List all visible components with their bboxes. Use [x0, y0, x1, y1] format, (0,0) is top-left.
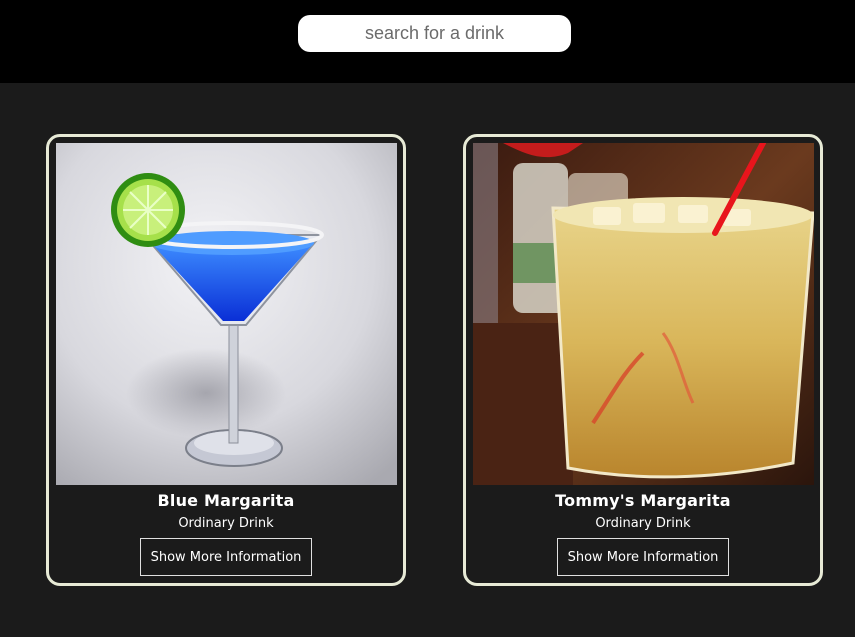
drink-name: Blue Margarita: [157, 491, 295, 510]
drink-category: Ordinary Drink: [178, 516, 274, 531]
drink-name: Tommy's Margarita: [555, 491, 731, 510]
search-input[interactable]: [298, 15, 571, 52]
drink-image: [56, 143, 397, 485]
show-more-information-button[interactable]: Show More Information: [557, 538, 729, 576]
drink-card: Blue Margarita Ordinary Drink Show More …: [46, 134, 406, 586]
top-bar: [0, 0, 855, 83]
show-more-information-button[interactable]: Show More Information: [140, 538, 312, 576]
drink-category: Ordinary Drink: [595, 516, 691, 531]
drink-card: Tommy's Margarita Ordinary Drink Show Mo…: [463, 134, 823, 586]
drink-image: [473, 143, 814, 485]
